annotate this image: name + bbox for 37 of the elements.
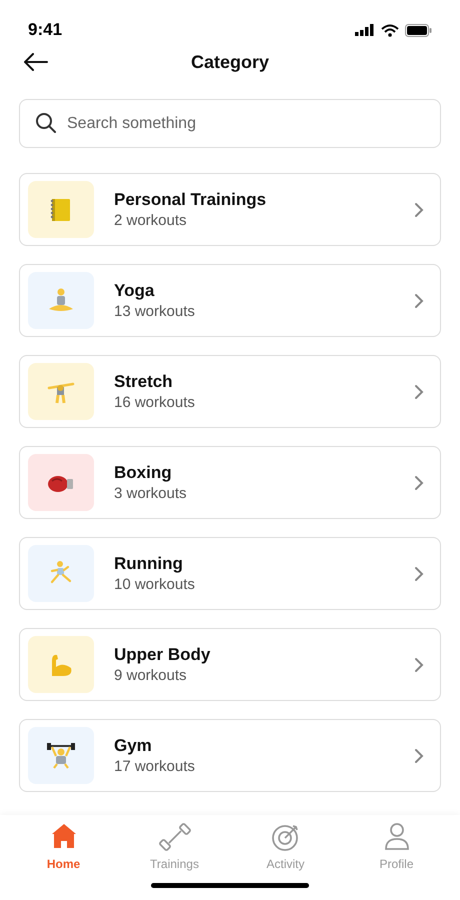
workout-count: 16 workouts: [114, 392, 196, 412]
category-name: Personal Trainings: [114, 188, 268, 210]
search-field[interactable]: Search something: [19, 99, 441, 148]
category-name: Running: [114, 552, 184, 574]
workout-count: 17 workouts: [114, 756, 196, 776]
chevron-right-icon: [414, 202, 424, 218]
signal-icon: [355, 24, 375, 36]
workout-count: 9 workouts: [114, 666, 188, 686]
category-card[interactable]: Yoga 13 workouts: [19, 264, 441, 337]
chevron-right-icon: [414, 748, 424, 764]
dumbbell-icon: [158, 821, 190, 851]
battery-icon: [405, 24, 432, 36]
category-name: Stretch: [114, 370, 174, 392]
category-card[interactable]: Stretch 16 workouts: [19, 355, 441, 428]
search-icon: [35, 112, 57, 134]
category-name: Gym: [114, 734, 153, 756]
category-name: Upper Body: [114, 644, 212, 666]
workout-count: 10 workouts: [114, 574, 196, 594]
category-card[interactable]: Gym 17 workouts: [19, 719, 441, 792]
chevron-right-icon: [414, 292, 424, 308]
page-title: Category: [190, 50, 270, 74]
chevron-right-icon: [414, 474, 424, 490]
chevron-right-icon: [414, 566, 424, 582]
wifi-icon: [381, 24, 399, 36]
workout-count: 3 workouts: [114, 484, 188, 504]
category-card[interactable]: Boxing 3 workouts: [19, 446, 441, 519]
chevron-right-icon: [414, 656, 424, 672]
workout-count: 13 workouts: [114, 302, 196, 322]
category-card[interactable]: Running 10 workouts: [19, 537, 441, 610]
back-arrow-icon: [24, 53, 48, 71]
category-card[interactable]: Personal Trainings 2 workouts: [19, 173, 441, 246]
category-name: Boxing: [114, 462, 173, 484]
chevron-right-icon: [414, 384, 424, 400]
status-time: 9:41: [28, 19, 62, 42]
category-card[interactable]: Upper Body 9 workouts: [19, 628, 441, 701]
category-name: Yoga: [114, 280, 156, 302]
workout-count: 2 workouts: [114, 210, 188, 230]
